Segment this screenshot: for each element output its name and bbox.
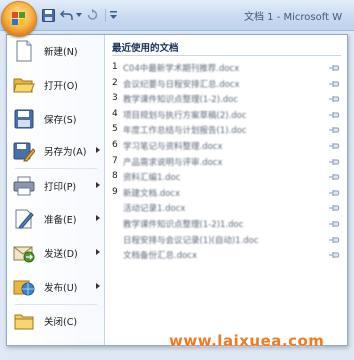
open-command[interactable]: 打开(O) [11,72,102,98]
pin-icon[interactable] [329,204,340,212]
recent-document-number: 4 [112,108,118,119]
save-icon [13,108,35,130]
recent-document-name: 资料汇编1.doc [123,173,181,184]
menu-divider [15,168,97,169]
publish-command[interactable]: 发布(U) [11,274,102,300]
recent-document-name: 会议纪要与日程安排汇总.docx [123,79,240,90]
pin-icon[interactable] [329,64,340,72]
print-icon [13,175,35,197]
recent-document-item[interactable]: 6 学习笔记与资料整理.docx [109,138,343,154]
command-label: 另存为(A) [44,147,87,158]
undo-icon[interactable] [58,7,74,23]
recent-document-item[interactable]: 3 教学课件知识点整理(1-2).doc [109,91,343,107]
save-icon[interactable] [40,7,56,23]
new-document-icon [13,40,35,62]
command-label: 新建(N) [44,47,78,58]
recent-document-name: 年度工作总结与计划报告(1).doc [123,126,247,137]
pin-icon[interactable] [329,80,340,88]
recent-title-divider [112,55,341,56]
office-logo-icon [12,12,25,25]
recent-document-number: 5 [112,124,118,135]
submenu-arrow-icon [96,283,100,289]
customize-icon[interactable] [109,7,117,23]
publish-icon [13,276,35,298]
recent-document-name: 学习笔记与资料整理.docx [123,142,223,152]
submenu-arrow-icon [96,147,100,153]
recent-document-number: 1 [112,62,118,72]
prepare-command[interactable]: 准备(E) [11,206,102,232]
pin-icon[interactable] [329,189,340,197]
recent-document-number: 2 [112,77,118,88]
pin-icon[interactable] [329,111,340,119]
pin-icon[interactable] [329,220,340,228]
recent-document-name: 活动记录1.docx [123,204,186,215]
pin-icon[interactable] [329,173,340,181]
recent-document-item[interactable]: 活动记录1.docx [109,200,343,216]
office-menu: 新建(N) 打开(O) 保存(S) 另存为(A) 打印(P) 准备(E) 发送(… [6,34,348,346]
recent-document-number: 9 [112,186,118,197]
save-as-command[interactable]: 另存为(A) [11,138,102,164]
command-label: 打开(O) [44,81,78,92]
recent-document-item[interactable]: 5 年度工作总结与计划报告(1).doc [109,122,343,138]
recent-document-item[interactable]: 7 产品需求说明与评审.docx [109,154,343,170]
submenu-arrow-icon [96,182,100,188]
command-label: 关闭(C) [44,317,78,328]
command-label: 保存(S) [44,115,77,126]
redo-icon[interactable] [84,7,100,23]
recent-document-name: 日程安排与会议记录(1)(自动)1.doc [123,235,259,246]
recent-document-item[interactable]: 8 资料汇编1.doc [109,169,343,185]
recent-document-item[interactable]: 4 项目规划与执行方案草稿(2).doc [109,107,343,123]
close-command[interactable]: 关闭(C) [11,308,102,334]
command-label: 发布(U) [44,283,78,294]
save-as-icon [13,140,36,162]
recent-document-item[interactable]: 2 会议纪要与日程安排汇总.docx [109,76,343,92]
pin-icon[interactable] [329,142,340,150]
recent-document-number: 8 [112,171,118,182]
command-label: 发送(D) [44,249,78,260]
new-command[interactable]: 新建(N) [11,38,102,64]
menu-divider [15,304,97,305]
recent-document-number: 7 [112,155,118,166]
recent-document-name: 教学课件知识点整理(1-2)1.doc [123,220,244,230]
recent-document-name: 产品需求说明与评审.docx [123,157,223,168]
recent-document-item[interactable]: 日程安排与会议记录(1)(自动)1.doc [109,232,343,248]
pin-icon[interactable] [329,251,340,259]
open-folder-icon [13,74,35,96]
title-bar: 文档 1 - Microsoft W [0,0,354,37]
pin-icon[interactable] [329,126,340,134]
pin-icon[interactable] [329,158,340,166]
recent-document-name: 教学课件知识点整理(1-2).doc [123,95,238,106]
recent-document-number: 6 [112,140,118,150]
recent-document-item[interactable]: 文档备份汇总.docx [109,247,343,263]
toolbar-separator [105,8,106,22]
send-icon [13,242,35,264]
recent-document-number: 3 [112,93,118,104]
recent-document-name: 项目规划与执行方案草稿(2).doc [123,110,247,121]
recent-document-item[interactable]: 教学课件知识点整理(1-2)1.doc [109,216,343,232]
close-folder-icon [13,310,35,332]
pin-icon[interactable] [329,236,340,244]
recent-documents-title: 最近使用的文档 [112,43,179,54]
command-label: 打印(P) [44,182,77,193]
prepare-icon [13,208,35,230]
watermark: www.laixuea.com [169,332,325,350]
print-command[interactable]: 打印(P) [11,173,102,199]
recent-document-item[interactable]: 1 C04中最新学术期刊推荐.docx [109,60,343,76]
recent-document-item[interactable]: 9 新建文档.docx [109,185,343,201]
command-pane: 新建(N) 打开(O) 保存(S) 另存为(A) 打印(P) 准备(E) 发送(… [7,35,105,345]
pin-icon[interactable] [329,95,340,103]
send-command[interactable]: 发送(D) [11,240,102,266]
recent-document-name: 新建文档.docx [123,188,181,199]
submenu-arrow-icon [96,215,100,221]
command-label: 准备(E) [44,215,77,226]
recent-document-name: 文档备份汇总.docx [123,251,198,262]
undo-dropdown-icon[interactable] [76,7,82,23]
submenu-arrow-icon [96,249,100,255]
save-command[interactable]: 保存(S) [11,106,102,132]
window-title: 文档 1 - Microsoft W [244,12,343,23]
office-button[interactable] [1,1,37,37]
recent-document-name: C04中最新学术期刊推荐.docx [123,64,240,74]
recent-documents-pane: 最近使用的文档 1 C04中最新学术期刊推荐.docx 2 会议纪要与日程安排汇总.d… [105,35,347,345]
quick-access-toolbar [40,7,119,23]
